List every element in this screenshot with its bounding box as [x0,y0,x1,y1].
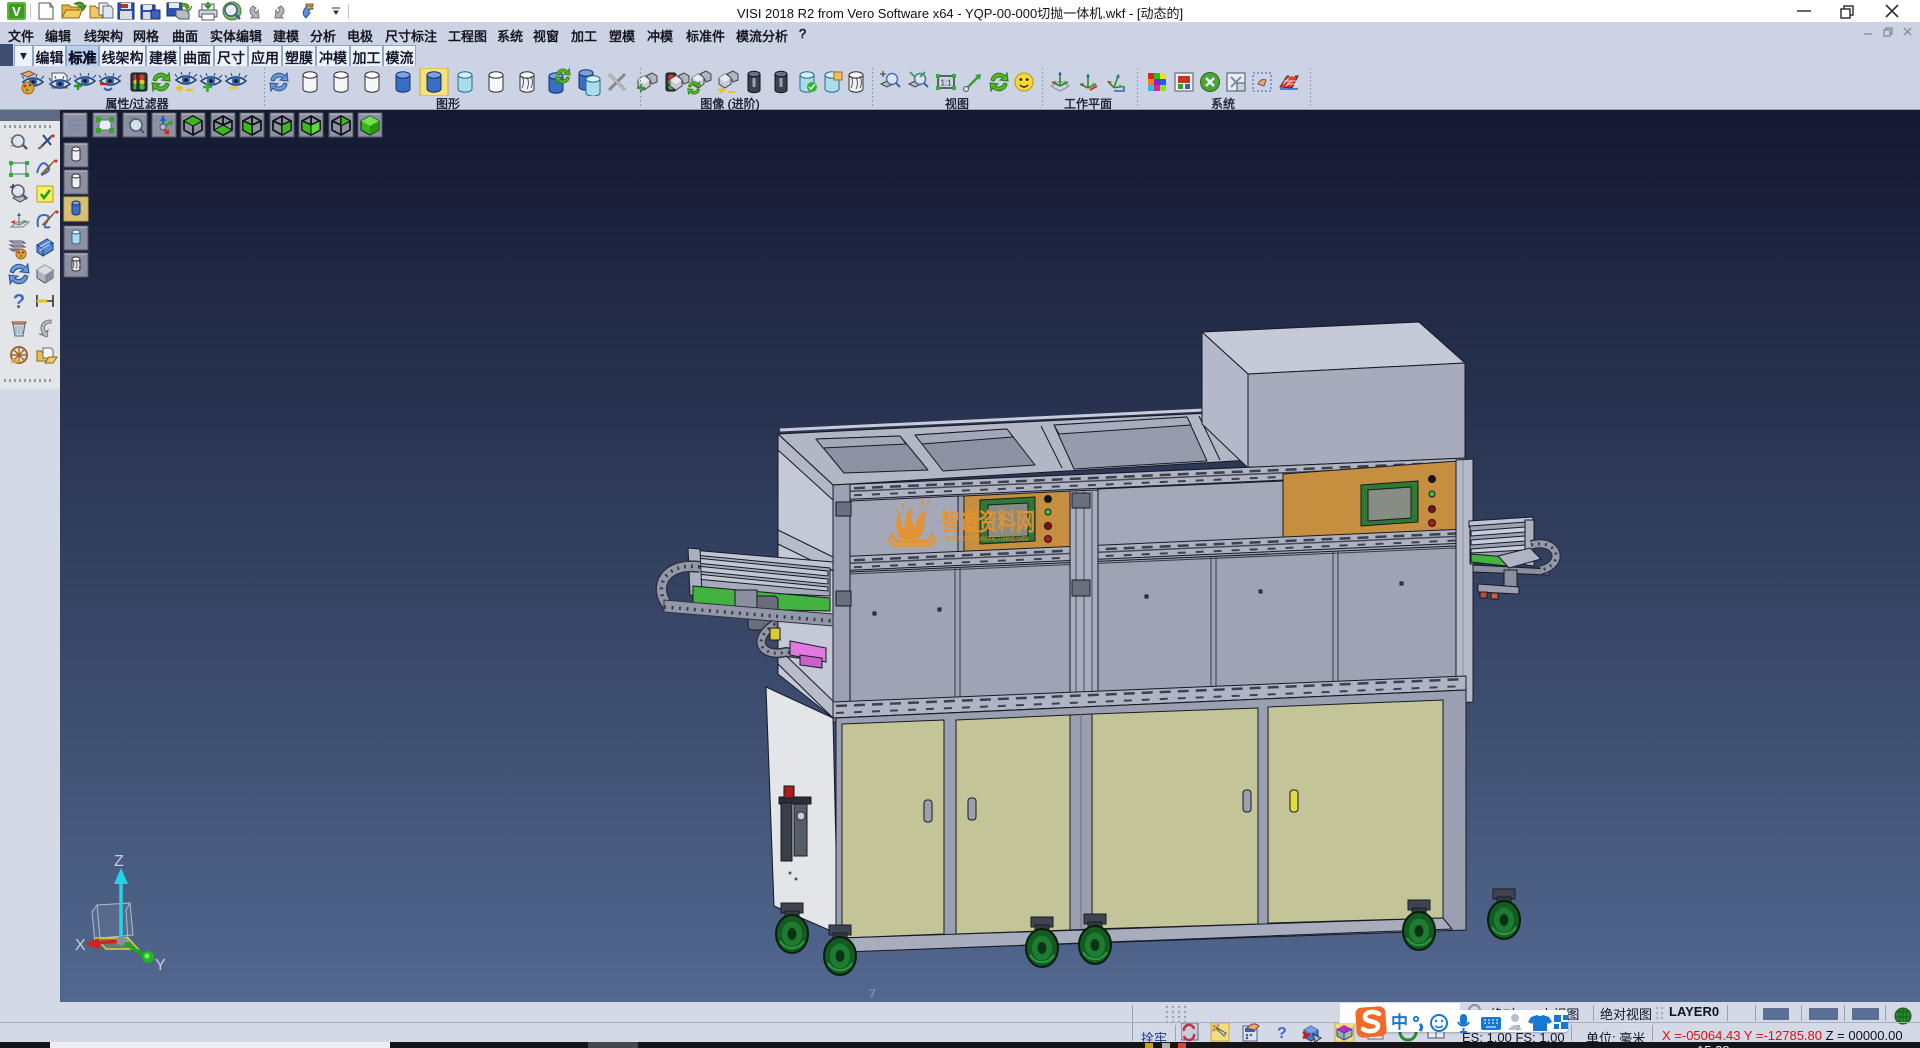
svg-text:X: X [75,937,86,954]
svg-text:Z: Z [114,853,124,870]
svg-text:7: 7 [869,987,876,1001]
svg-text:?: ? [1277,1025,1287,1042]
svg-text:1:1: 1:1 [940,79,952,88]
svg-text:?: ? [13,291,25,313]
svg-text:INTELLIGENT MANUFACTURING DATA: INTELLIGENT MANUFACTURING DATA [945,536,1028,543]
svg-text:7: 7 [1516,1024,1521,1033]
svg-text:Y: Y [155,957,166,974]
svg-text:中: 中 [1391,1012,1408,1032]
svg-text:智造资料网: 智造资料网 [941,508,1035,536]
